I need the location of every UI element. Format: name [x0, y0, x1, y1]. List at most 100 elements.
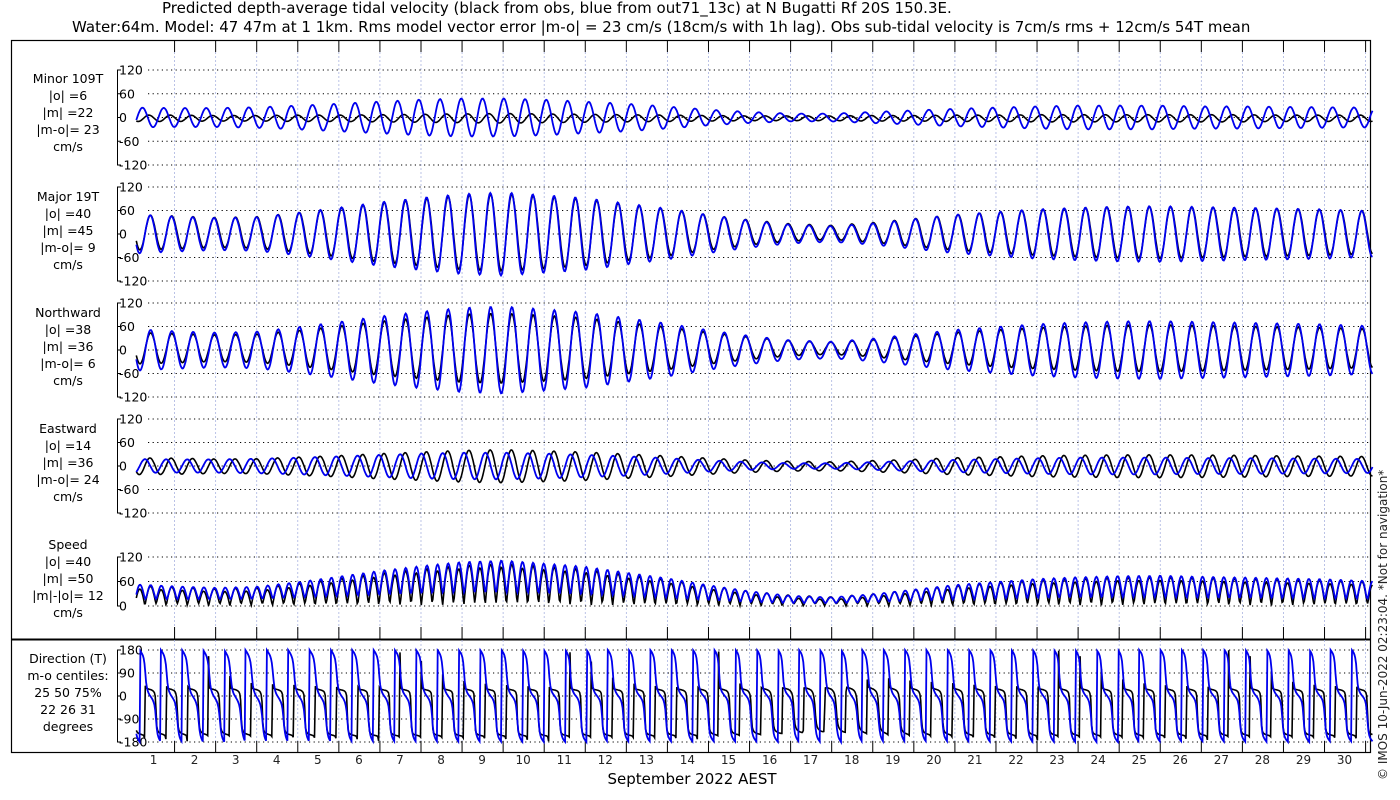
x-tick-label: 26 — [1173, 753, 1188, 767]
panel-label-line: |m-o|= 24 — [36, 472, 99, 487]
major-model-line — [135, 191, 1373, 278]
panel-north: Northward |o| =38 |m| =36 |m-o|= 6 cm/s 120 60… — [35, 296, 1374, 405]
x-tick-label: 12 — [598, 753, 613, 767]
north-model-line — [135, 305, 1374, 395]
y-tick-label: 0 — [119, 227, 127, 242]
x-tick-label: 10 — [516, 753, 531, 767]
y-tick-label: -120 — [119, 390, 147, 405]
x-tick-label: 17 — [803, 753, 818, 767]
panel-label-line: cm/s — [53, 257, 83, 272]
y-tick-label: -60 — [119, 134, 139, 149]
y-tick-label: 120 — [119, 550, 143, 565]
x-tick-label: 5 — [314, 753, 322, 767]
panel-label-line: 25 50 75% — [34, 685, 102, 700]
panel-east: Eastward |o| =14 |m| =36 |m-o|= 24 cm/s 120 60… — [36, 412, 1374, 521]
panel-label-line: |m| =36 — [43, 455, 94, 470]
panel-label-line: |o| =14 — [45, 438, 91, 453]
panel-label-line: cm/s — [53, 489, 83, 504]
chart-title: Predicted depth-average tidal velocity (… — [162, 0, 952, 18]
dir-obs-line — [135, 650, 1373, 742]
x-tick-label: 29 — [1296, 753, 1311, 767]
panel-dir: Direction (T) m-o centiles: 25 50 75% 22 26… — [27, 643, 1374, 750]
panel-label-line: |o| =6 — [49, 88, 88, 103]
x-tick-label: 19 — [885, 753, 900, 767]
panel-label-line: cm/s — [53, 605, 83, 620]
panel-label-line: 22 26 31 — [40, 702, 96, 717]
x-tick-label: 1 — [150, 753, 158, 767]
x-tick-label: 13 — [639, 753, 654, 767]
x-tick-label: 3 — [232, 753, 240, 767]
x-tick-label: 2 — [191, 753, 199, 767]
x-tick-label: 15 — [721, 753, 736, 767]
x-axis-label: September 2022 AEST — [607, 770, 777, 788]
x-tick-label: 18 — [844, 753, 859, 767]
x-tick-label: 30 — [1337, 753, 1352, 767]
panel-label-line: Direction (T) — [29, 651, 107, 666]
panel-label-line: |o| =40 — [45, 206, 91, 221]
panel-speed: Speed |o| =40 |m| =50 |m|-|o|= 12 cm/s 120 60 0 — [32, 537, 1374, 620]
panel-label-line: |m| =22 — [43, 105, 94, 120]
minor-model-line — [135, 97, 1374, 138]
panel-label-line: |m| =50 — [43, 571, 94, 586]
panel-label-line: |m|-|o|= 12 — [32, 588, 104, 603]
y-tick-label: 0 — [119, 599, 127, 614]
speed-obs-line — [135, 563, 1374, 609]
y-tick-label: 120 — [119, 412, 143, 427]
y-tick-label: 180 — [119, 643, 143, 658]
y-tick-label: -120 — [119, 274, 147, 289]
panel-label-line: m-o centiles: — [27, 668, 108, 683]
x-tick-label: 14 — [680, 753, 695, 767]
y-tick-label: -120 — [119, 158, 147, 173]
y-tick-label: 60 — [119, 435, 135, 450]
y-tick-label: -60 — [119, 250, 139, 265]
panel-label-line: Speed — [48, 537, 87, 552]
y-tick-label: 0 — [119, 689, 127, 704]
y-tick-label: 90 — [119, 666, 135, 681]
y-tick-label: -180 — [119, 735, 147, 750]
y-tick-label: 60 — [119, 203, 135, 218]
y-tick-label: -60 — [119, 482, 139, 497]
panel-label-line: |m-o|= 9 — [40, 240, 95, 255]
y-tick-label: 60 — [119, 574, 135, 589]
panel-label-line: Eastward — [39, 421, 97, 436]
east-obs-line — [135, 448, 1373, 484]
panel-label-line: degrees — [43, 719, 93, 734]
x-tick-label: 4 — [273, 753, 281, 767]
x-tick-label: 8 — [437, 753, 445, 767]
panel-label-line: |o| =40 — [45, 554, 91, 569]
y-tick-label: 60 — [119, 319, 135, 334]
x-tick-label: 27 — [1214, 753, 1229, 767]
chart-subtitle: Water:64m. Model: 47 47m at 1 1km. Rms m… — [72, 18, 1250, 36]
panel-minor: Minor 109T |o| =6 |m| =22 |m-o|= 23 cm/s 120 6… — [33, 63, 1374, 173]
tidal-velocity-chart: Predicted depth-average tidal velocity (… — [10, 0, 1390, 788]
panel-label-line: Major 19T — [37, 189, 100, 204]
y-tick-label: -120 — [119, 506, 147, 521]
x-tick-label: 16 — [762, 753, 777, 767]
y-tick-label: 120 — [119, 180, 143, 195]
y-tick-label: 0 — [119, 343, 127, 358]
x-tick-label: 28 — [1255, 753, 1270, 767]
x-tick-label: 22 — [1008, 753, 1023, 767]
x-tick-label: 11 — [557, 753, 572, 767]
y-tick-label: 120 — [119, 296, 143, 311]
panel-label-line: |m-o|= 6 — [40, 356, 95, 371]
x-tick-label: 25 — [1132, 753, 1147, 767]
panel-label-line: |m| =45 — [43, 223, 94, 238]
y-tick-label: -90 — [119, 712, 139, 727]
y-tick-label: 0 — [119, 459, 127, 474]
panel-label-line: cm/s — [53, 373, 83, 388]
panel-label-line: Minor 109T — [33, 71, 104, 86]
x-tick-label: 24 — [1091, 753, 1106, 767]
x-tick-label: 7 — [396, 753, 404, 767]
y-tick-label: 120 — [119, 63, 143, 78]
x-tick-label: 23 — [1049, 753, 1064, 767]
panel-major: Major 19T |o| =40 |m| =45 |m-o|= 9 cm/s 120 60… — [37, 180, 1374, 289]
x-tick-label: 21 — [967, 753, 982, 767]
x-tick-label: 20 — [926, 753, 941, 767]
y-tick-label: -60 — [119, 366, 139, 381]
panel-label-line: cm/s — [53, 139, 83, 154]
x-tick-label: 9 — [478, 753, 486, 767]
x-tick-label: 6 — [355, 753, 363, 767]
panel-label-line: |o| =38 — [45, 322, 91, 337]
panel-label-line: Northward — [35, 305, 101, 320]
